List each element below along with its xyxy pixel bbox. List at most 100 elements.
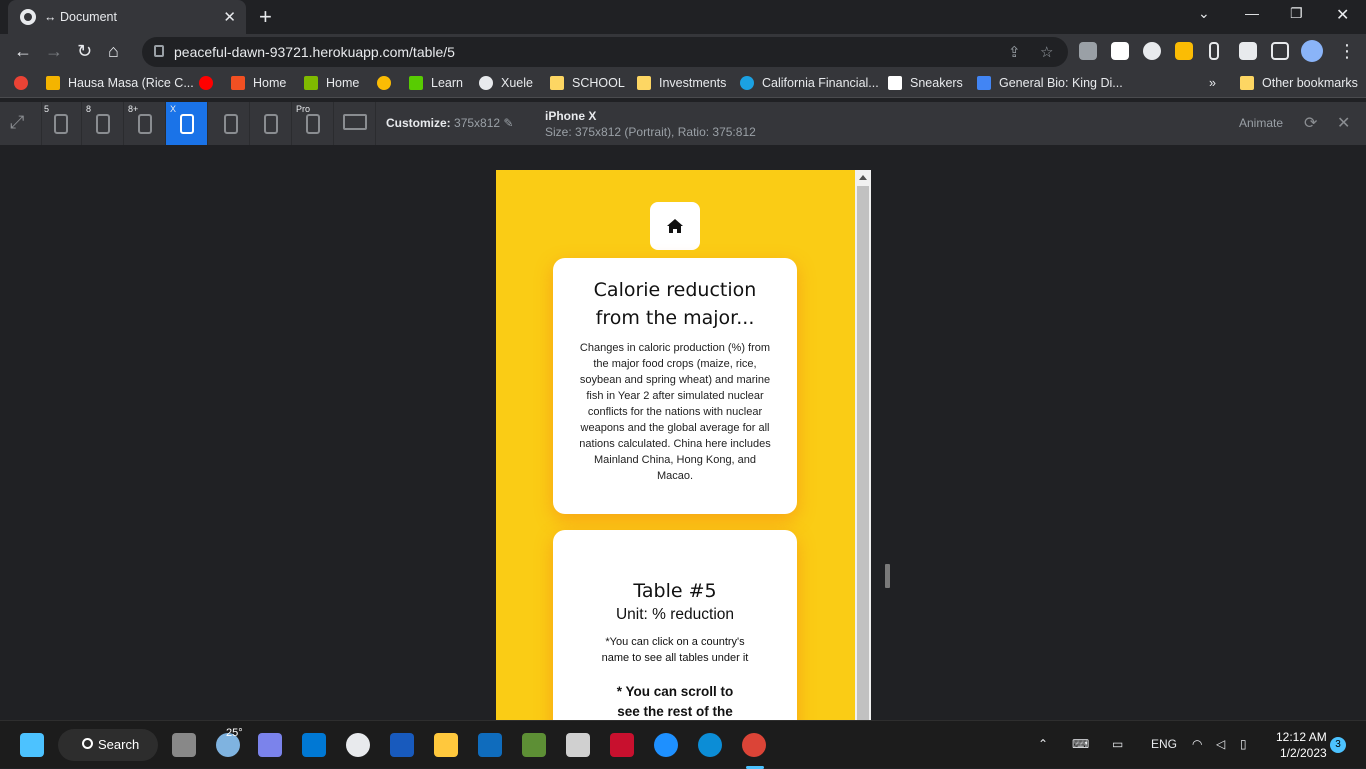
- customize-size[interactable]: Customize: 375x812 ✎: [386, 116, 513, 130]
- bookmark-item[interactable]: Learn: [409, 76, 463, 90]
- extensions-puzzle-icon[interactable]: [1239, 42, 1257, 60]
- youtube-bookmark[interactable]: [199, 76, 221, 90]
- tab-strip: ↔ Document ✕ + ⌄ — ❐ ✕: [0, 0, 1366, 34]
- minecraft-icon[interactable]: [522, 733, 546, 757]
- device-iphone-8[interactable]: 8: [82, 102, 124, 145]
- new-tab-button[interactable]: +: [259, 4, 272, 30]
- clock-time: 12:12 AM: [1276, 730, 1327, 744]
- tab-search-icon[interactable]: ⌄: [1198, 5, 1210, 22]
- table-title: Table #5: [633, 580, 717, 602]
- language-indicator[interactable]: ENG: [1151, 737, 1177, 751]
- other-bookmarks[interactable]: Other bookmarks: [1240, 76, 1358, 90]
- home-icon[interactable]: ⌂: [108, 41, 119, 62]
- device-iphone-8-plus[interactable]: 8+: [124, 102, 166, 145]
- bookmark-favicon: [46, 76, 60, 90]
- new-extension-icon[interactable]: [1111, 42, 1129, 60]
- device-tablet[interactable]: [250, 102, 292, 145]
- battery-icon[interactable]: ▯: [1240, 737, 1247, 751]
- cloud-icon: [740, 76, 754, 90]
- tablet-icon: [264, 114, 278, 134]
- app-icon[interactable]: [346, 733, 370, 757]
- chevron-up-icon[interactable]: ⌃: [1038, 737, 1048, 751]
- profile-avatar[interactable]: [1301, 40, 1323, 62]
- device-iphone-5[interactable]: 5: [40, 102, 82, 145]
- windows-start-icon[interactable]: [20, 733, 44, 757]
- task-view-icon[interactable]: [172, 733, 196, 757]
- close-device-bar-icon[interactable]: ✕: [1337, 113, 1350, 133]
- globe-icon: [479, 76, 493, 90]
- pinwheel-icon: [377, 76, 391, 90]
- unity-icon[interactable]: [566, 733, 590, 757]
- device-tablet-small[interactable]: [208, 102, 250, 145]
- bookmark-folder[interactable]: SCHOOL: [550, 76, 625, 90]
- device-toolbar: ⤢ 5 8 8+ X Pro Customize: 375x812 ✎ iPho…: [0, 102, 1366, 145]
- browser-tab[interactable]: ↔ Document ✕: [8, 0, 246, 34]
- phone-extension-icon[interactable]: [1209, 42, 1219, 60]
- rotate-icon[interactable]: ⟳: [1304, 113, 1317, 133]
- keyboard-icon[interactable]: ⌨: [1072, 737, 1089, 751]
- back-icon[interactable]: ←: [14, 41, 32, 62]
- docs-icon: [977, 76, 991, 90]
- share-icon[interactable]: ⇪: [1008, 43, 1021, 61]
- side-panel-icon[interactable]: [1271, 42, 1289, 60]
- close-window-icon[interactable]: ✕: [1336, 5, 1349, 25]
- device-iphone-x[interactable]: X: [166, 102, 208, 145]
- bookmarks-overflow[interactable]: »: [1209, 76, 1216, 90]
- bookmark-item[interactable]: Hausa Masa (Rice C...: [46, 76, 194, 90]
- reload-icon[interactable]: ↻: [77, 41, 92, 62]
- edge-icon[interactable]: [698, 733, 722, 757]
- restore-icon[interactable]: ❐: [1290, 5, 1303, 22]
- weather-temp: 25°: [226, 727, 243, 739]
- teams-icon[interactable]: [258, 733, 282, 757]
- s-extension-icon[interactable]: [1143, 42, 1161, 60]
- tab-title: ↔ Document: [44, 10, 117, 24]
- pinwheel-icon: [14, 76, 28, 90]
- volume-icon[interactable]: ◁: [1216, 737, 1225, 751]
- bookmark-item[interactable]: Home: [231, 76, 286, 90]
- tablet-icon: [306, 114, 320, 134]
- device-name: iPhone X: [545, 109, 597, 123]
- mcafee-icon[interactable]: [610, 733, 634, 757]
- bookmark-item[interactable]: California Financial...: [740, 76, 879, 90]
- taskbar-search[interactable]: Search: [58, 729, 158, 761]
- minimize-icon[interactable]: —: [1245, 5, 1259, 21]
- animate-toggle[interactable]: Animate: [1239, 116, 1283, 130]
- bookmark-item[interactable]: Home: [304, 76, 359, 90]
- help-icon[interactable]: [654, 733, 678, 757]
- fullscreen-toggle[interactable]: ⤢: [0, 102, 42, 145]
- device-viewport: Calorie reduction from the major... Chan…: [496, 170, 871, 720]
- scroll-up-arrow[interactable]: [859, 175, 867, 180]
- file-explorer-icon[interactable]: [434, 733, 458, 757]
- camera-extension-icon[interactable]: [1079, 42, 1097, 60]
- store-icon[interactable]: [302, 733, 326, 757]
- notification-badge[interactable]: 3: [1330, 737, 1346, 753]
- viewport-scrollbar[interactable]: [855, 170, 871, 720]
- menu-icon[interactable]: ⋮: [1338, 41, 1356, 62]
- forward-icon[interactable]: →: [45, 41, 63, 62]
- youtube-icon: [199, 76, 213, 90]
- bookmark-star-icon[interactable]: ☆: [1040, 43, 1053, 61]
- bookmark-item[interactable]: Sneakers: [888, 76, 963, 90]
- photos-bookmark[interactable]: [14, 76, 36, 90]
- tablet-mode-icon[interactable]: ▭: [1112, 737, 1123, 751]
- outlook-icon[interactable]: [478, 733, 502, 757]
- checklist-extension-icon[interactable]: [1175, 42, 1193, 60]
- chrome-icon[interactable]: [742, 733, 766, 757]
- close-tab-icon[interactable]: ✕: [223, 8, 236, 26]
- device-ipad-pro[interactable]: Pro: [292, 102, 334, 145]
- house-icon: [667, 219, 683, 233]
- resize-handle[interactable]: [885, 564, 890, 588]
- word-icon[interactable]: [390, 733, 414, 757]
- tablet-icon: [224, 114, 238, 134]
- address-bar[interactable]: peaceful-dawn-93721.herokuapp.com/table/…: [142, 37, 1068, 67]
- wifi-icon[interactable]: ◠: [1192, 737, 1202, 751]
- home-button[interactable]: [650, 202, 700, 250]
- clock[interactable]: 12:12 AM 1/2/2023: [1276, 729, 1327, 761]
- bookmark-folder[interactable]: Investments: [637, 76, 726, 90]
- pinwheel-bookmark[interactable]: [377, 76, 399, 90]
- scroll-thumb[interactable]: [857, 186, 869, 720]
- phone-icon: [96, 114, 110, 134]
- bookmark-item[interactable]: General Bio: King Di...: [977, 76, 1123, 90]
- device-desktop[interactable]: [334, 102, 376, 145]
- bookmark-item[interactable]: Xuele: [479, 76, 533, 90]
